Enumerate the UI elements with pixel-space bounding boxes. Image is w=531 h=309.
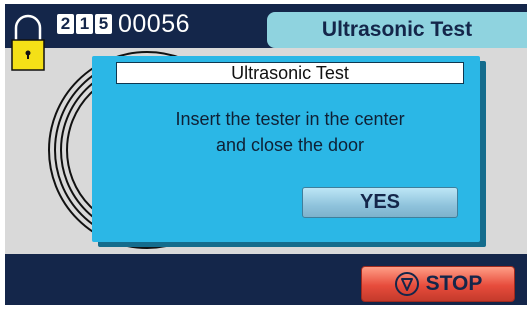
stop-button[interactable]: STOP: [361, 266, 515, 302]
counter-digit: 1: [76, 14, 93, 34]
dialog-message-line: and close the door: [215, 135, 365, 155]
dialog-message-line: Insert the tester in the center: [175, 109, 405, 129]
counter-digit: 5: [95, 14, 112, 34]
cycle-counter: 00056: [118, 10, 191, 38]
yes-button[interactable]: YES: [302, 187, 458, 218]
ultrasonic-test-dialog: Ultrasonic Test Insert the tester in the…: [92, 56, 480, 242]
dialog-title: Ultrasonic Test: [116, 62, 464, 84]
stop-octagon-icon: [394, 272, 419, 296]
device-screen: 2 1 5 00056 Ultrasonic Test STOP Ultraso…: [5, 4, 527, 305]
stop-button-label: STOP: [425, 272, 483, 295]
screen-title: Ultrasonic Test: [267, 12, 527, 48]
padlock-icon: [11, 14, 45, 71]
counter-digit: 2: [57, 14, 74, 34]
dialog-message: Insert the tester in the center and clos…: [116, 106, 464, 158]
